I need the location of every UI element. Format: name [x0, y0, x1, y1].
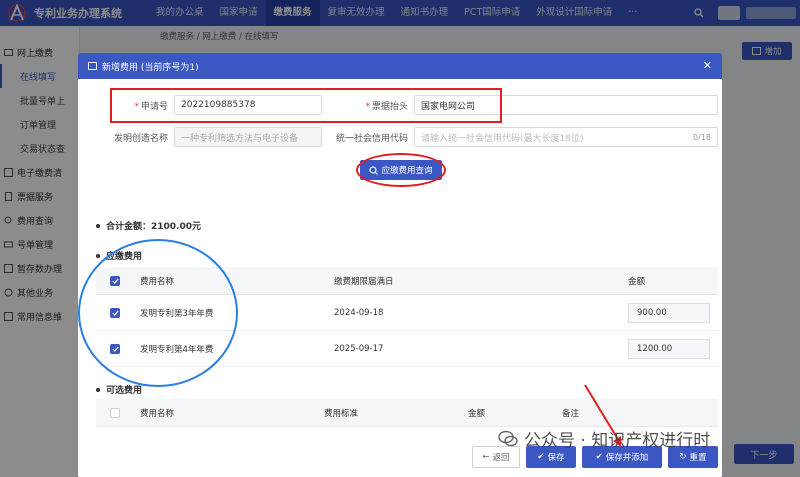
total-amount: 合计金额：2100.00元 [96, 219, 201, 232]
modal-header: 新增费用 (当前序号为1) ✕ [78, 53, 722, 79]
invention-name-label: 发明创造名称 [113, 133, 168, 144]
modal-title: 新增费用 (当前序号为1) [102, 62, 199, 73]
annotation-red-box [110, 88, 502, 123]
credit-code-placeholder: 请输入统一社会信用代码(最大长度18位) [421, 133, 584, 144]
header-amount: 金额 [628, 276, 646, 287]
select-all-checkbox[interactable] [110, 407, 120, 418]
credit-code-row: 统一社会信用代码 请输入统一社会信用代码(最大长度18位) 0/18 [328, 127, 718, 147]
invention-name-field[interactable]: 一种专利筛选方法与电子设备 [174, 127, 322, 147]
watermark: 公众号 · 知识产权进行时 [498, 426, 710, 451]
annotation-blue-circle [78, 239, 238, 387]
header-fee-name: 费用名称 [140, 408, 175, 419]
modal-title-icon [88, 62, 97, 70]
optional-fees-label: 可选费用 [106, 386, 143, 396]
reset-button-label: 重置 [689, 453, 707, 463]
header-fee-standard: 费用标准 [324, 408, 359, 419]
fee-deadline: 2025-09-17 [334, 343, 384, 354]
credit-code-field[interactable]: 请输入统一社会信用代码(最大长度18位) 0/18 [414, 127, 718, 147]
check-icon: ✔ [595, 452, 603, 462]
credit-code-counter: 0/18 [693, 132, 711, 142]
fee-deadline: 2024-09-18 [334, 307, 384, 318]
watermark-text: 公众号 · 知识产权进行时 [524, 431, 711, 451]
credit-code-label: 统一社会信用代码 [335, 133, 408, 144]
wechat-icon [498, 430, 518, 446]
back-arrow-icon: ← [482, 452, 490, 462]
fee-amount-field[interactable]: 1200.00 [628, 338, 710, 359]
header-amount: 金额 [468, 408, 486, 419]
annotation-red-ellipse [356, 153, 446, 187]
total-amount-label: 合计金额：2100.00元 [106, 222, 201, 232]
optional-fees-title: 可选费用 [96, 383, 142, 396]
back-button-label: 返回 [492, 453, 510, 463]
refresh-icon: ↻ [679, 452, 687, 462]
invention-name-row: 发明创造名称 一种专利筛选方法与电子设备 [92, 127, 322, 147]
check-icon: ✔ [537, 452, 545, 462]
header-deadline: 缴费期限届满日 [334, 276, 394, 287]
save-button-label: 保存 [547, 453, 565, 463]
fee-amount-field[interactable]: 900.00 [628, 302, 710, 323]
close-icon[interactable]: ✕ [703, 59, 712, 72]
